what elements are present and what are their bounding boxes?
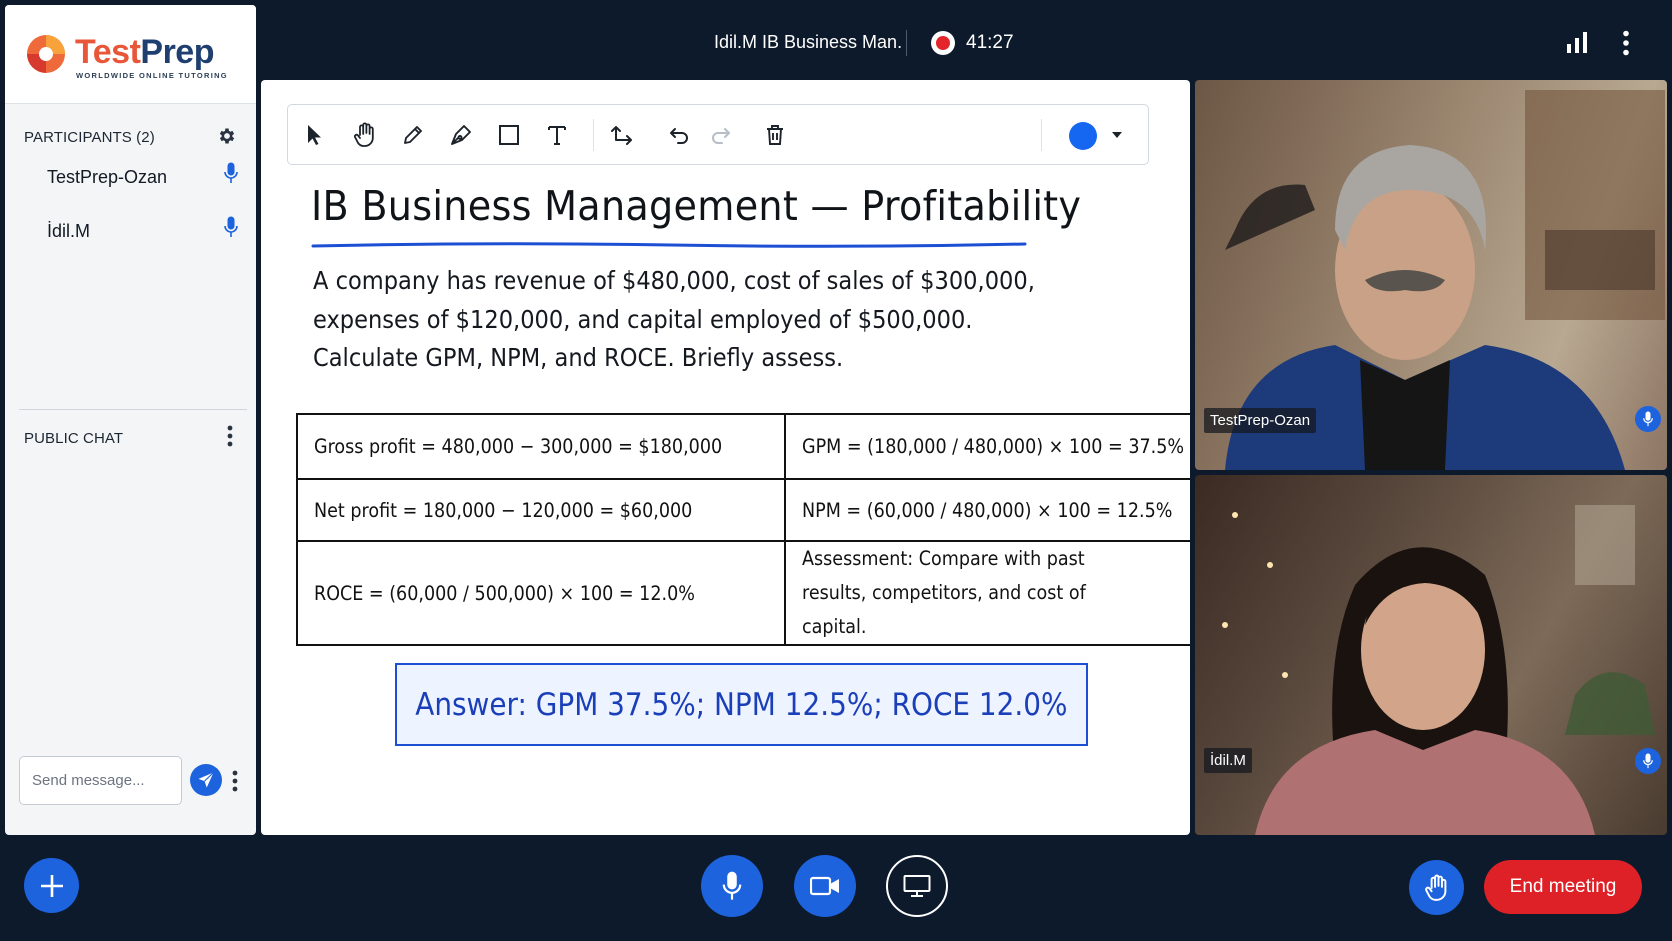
sidebar-divider xyxy=(19,409,247,410)
recording-timer: 41:27 xyxy=(966,32,1014,53)
answer-text: Answer: GPM 37.5%; NPM 12.5%; ROCE 12.0% xyxy=(415,686,1068,723)
connector-arrow-icon xyxy=(611,126,632,145)
monitor-icon xyxy=(903,875,931,897)
table-cell: Assessment: Compare with past results, c… xyxy=(783,540,1190,646)
table-cell: Net profit = 180,000 − 120,000 = $60,000 xyxy=(296,478,786,542)
color-picker-swatch[interactable] xyxy=(1069,122,1097,150)
text-tool[interactable] xyxy=(543,121,571,149)
table-cell: NPM = (60,000 / 480,000) × 100 = 12.5% xyxy=(783,478,1190,542)
screen-share-button[interactable] xyxy=(886,855,948,917)
pan-tool[interactable] xyxy=(351,121,379,149)
square-icon xyxy=(499,125,519,145)
chat-heading: PUBLIC CHAT xyxy=(24,430,124,447)
meeting-title: Idil.M IB Business Man. xyxy=(714,32,903,52)
video-tile-ozan[interactable]: TestPrep-Ozan xyxy=(1195,80,1667,470)
microphone-toggle-button[interactable] xyxy=(701,855,763,917)
undo-button[interactable] xyxy=(665,121,693,149)
pen-nib-icon xyxy=(451,125,471,145)
microphone-icon xyxy=(1643,411,1653,427)
video-tile-idil[interactable]: İdil.M xyxy=(1195,475,1667,835)
whiteboard-toolbar xyxy=(287,104,1149,165)
trash-icon xyxy=(767,125,783,145)
participants-heading: PARTICIPANTS (2) xyxy=(24,129,155,146)
table-row: Gross profit = 480,000 − 300,000 = $180,… xyxy=(296,413,1190,480)
cursor-arrow-icon xyxy=(308,125,321,145)
table-row: ROCE = (60,000 / 500,000) × 100 = 12.0% … xyxy=(296,540,1190,646)
logo-area: TestPrep WORLDWIDE ONLINE TUTORING xyxy=(5,5,256,104)
title-underline xyxy=(311,242,1027,248)
table-row: Net profit = 180,000 − 120,000 = $60,000… xyxy=(296,478,1190,542)
table-cell: Gross profit = 480,000 − 300,000 = $180,… xyxy=(296,413,786,480)
problem-text-line: A company has revenue of $480,000, cost … xyxy=(313,266,1035,295)
microphone-icon xyxy=(1643,753,1653,769)
whiteboard[interactable]: IB Business Management — Profitability A… xyxy=(261,80,1190,835)
table-cell: GPM = (180,000 / 480,000) × 100 = 37.5% xyxy=(783,413,1190,480)
topbar-divider xyxy=(906,30,907,56)
video-mic-indicator xyxy=(1635,748,1661,774)
raise-hand-button[interactable] xyxy=(1409,860,1464,915)
plus-icon xyxy=(40,874,63,897)
participant-name: İdil.M xyxy=(47,221,91,241)
logo-wordmark: TestPrep xyxy=(75,33,214,71)
hand-icon xyxy=(1424,874,1446,901)
video-name-tag: TestPrep-Ozan xyxy=(1204,408,1317,433)
participant-video-image xyxy=(1222,505,1655,835)
gear-icon[interactable] xyxy=(217,126,237,146)
video-mic-indicator xyxy=(1635,406,1661,432)
sidebar: TestPrep WORLDWIDE ONLINE TUTORING PARTI… xyxy=(5,5,256,835)
table-cell: ROCE = (60,000 / 500,000) × 100 = 12.0% xyxy=(296,540,786,646)
toolbar-separator xyxy=(1041,119,1042,151)
chevron-down-icon[interactable] xyxy=(1111,130,1123,140)
video-name-tag: İdil.M xyxy=(1204,748,1252,773)
microphone-icon[interactable] xyxy=(224,216,238,238)
problem-text-line: Calculate GPM, NPM, and ROCE. Briefly as… xyxy=(313,343,844,372)
pencil-icon xyxy=(404,126,422,144)
redo-icon xyxy=(712,128,730,144)
select-tool[interactable] xyxy=(300,121,328,149)
actions-add-button[interactable] xyxy=(24,858,79,913)
marker-tool[interactable] xyxy=(447,121,475,149)
logo-tagline: WORLDWIDE ONLINE TUTORING xyxy=(76,71,228,80)
clear-button[interactable] xyxy=(761,121,789,149)
recording-indicator-icon xyxy=(931,31,955,55)
toolbar-separator xyxy=(593,119,594,151)
end-meeting-button[interactable]: End meeting xyxy=(1484,860,1642,914)
participant-name: TestPrep-Ozan xyxy=(47,167,168,187)
chat-message-input[interactable] xyxy=(19,756,182,805)
video-camera-icon xyxy=(810,876,839,896)
board-title: IB Business Management — Profitability xyxy=(311,182,1082,230)
send-message-button[interactable] xyxy=(190,764,222,796)
shape-tool[interactable] xyxy=(495,121,523,149)
connection-stats-icon[interactable] xyxy=(1566,31,1588,53)
hand-icon xyxy=(354,122,374,147)
microphone-icon xyxy=(722,871,742,900)
more-vertical-icon[interactable] xyxy=(1622,30,1630,56)
testprep-logo-icon xyxy=(27,35,65,73)
more-vertical-icon[interactable] xyxy=(232,770,238,792)
pencil-tool[interactable] xyxy=(399,121,427,149)
text-icon xyxy=(548,126,566,145)
microphone-icon[interactable] xyxy=(224,162,238,184)
camera-toggle-button[interactable] xyxy=(794,855,856,917)
calculation-table: Gross profit = 480,000 − 300,000 = $180,… xyxy=(296,413,1190,646)
undo-icon xyxy=(670,128,688,144)
more-vertical-icon[interactable] xyxy=(227,425,233,447)
connector-tool[interactable] xyxy=(608,121,636,149)
problem-text-line: expenses of $120,000, and capital employ… xyxy=(313,305,973,334)
send-icon xyxy=(198,772,214,788)
answer-box: Answer: GPM 37.5%; NPM 12.5%; ROCE 12.0% xyxy=(395,663,1088,746)
redo-button[interactable] xyxy=(707,121,735,149)
